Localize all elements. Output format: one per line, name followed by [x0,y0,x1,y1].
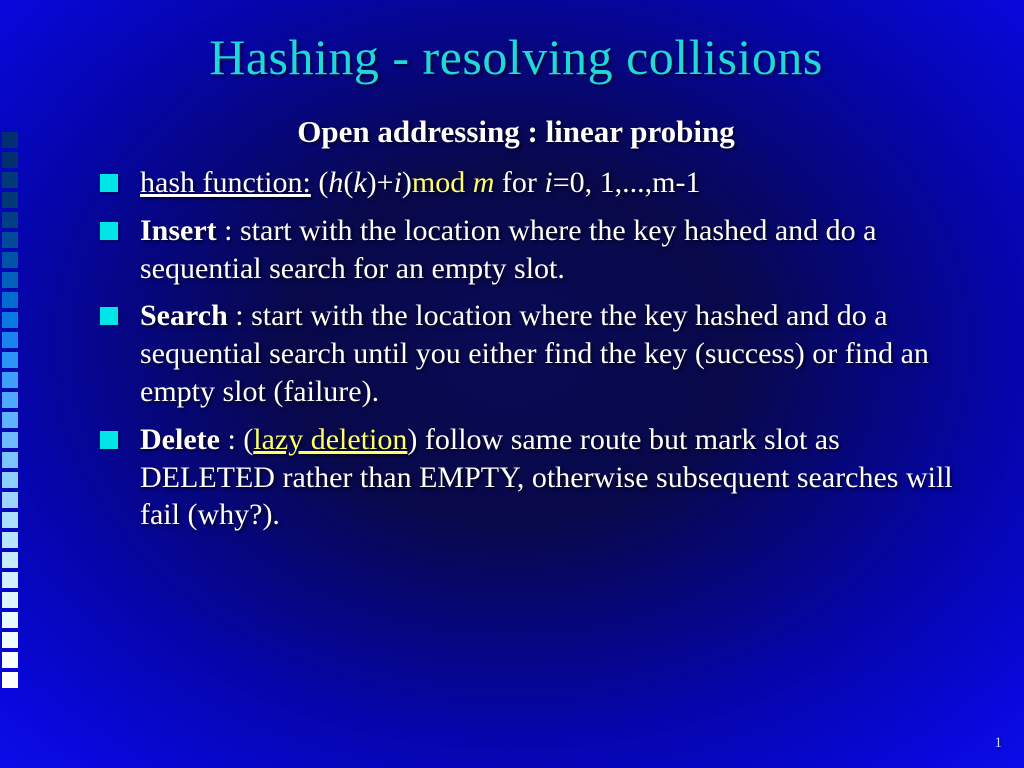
text: + [377,166,394,199]
slide-subtitle: Open addressing : linear probing [56,114,976,150]
text: ) [367,166,377,199]
delete-label: Delete [140,423,220,456]
text: =0, 1,...,m-1 [553,166,701,199]
var-i2: i [544,166,552,199]
slide: Hashing - resolving collisions Open addr… [0,0,1024,768]
deleted-word: DELETED [140,461,275,494]
bullet-insert: Insert : start with the location where t… [100,212,976,288]
text: : start with the location where the key … [140,214,876,285]
text: : ( [220,423,253,456]
slide-title: Hashing - resolving collisions [56,28,976,86]
var-i: i [394,166,402,199]
bullet-list: hash function: (h(k)+i)mod m for i=0, 1,… [56,164,976,534]
empty-word: EMPTY [419,461,517,494]
bullet-delete: Delete : (lazy deletion) follow same rou… [100,421,976,534]
text: ) [402,166,412,199]
text: rather than [275,461,419,494]
text: for [494,166,544,199]
text: ) follow same route but mark slot as [407,423,839,456]
bullet-search: Search : start with the location where t… [100,297,976,410]
hash-function-label: hash function: [140,166,311,199]
text: : start with the location where the key … [140,299,929,408]
var-h: h [328,166,343,199]
mod-keyword: mod [412,166,473,199]
text: ( [311,166,329,199]
var-m: m [473,166,495,199]
text: ( [343,166,353,199]
insert-label: Insert [140,214,217,247]
var-k: k [353,166,366,199]
page-number: 1 [995,735,1003,752]
search-label: Search [140,299,228,332]
bullet-hash-function: hash function: (h(k)+i)mod m for i=0, 1,… [100,164,976,202]
lazy-deletion-label: lazy deletion [253,423,407,456]
